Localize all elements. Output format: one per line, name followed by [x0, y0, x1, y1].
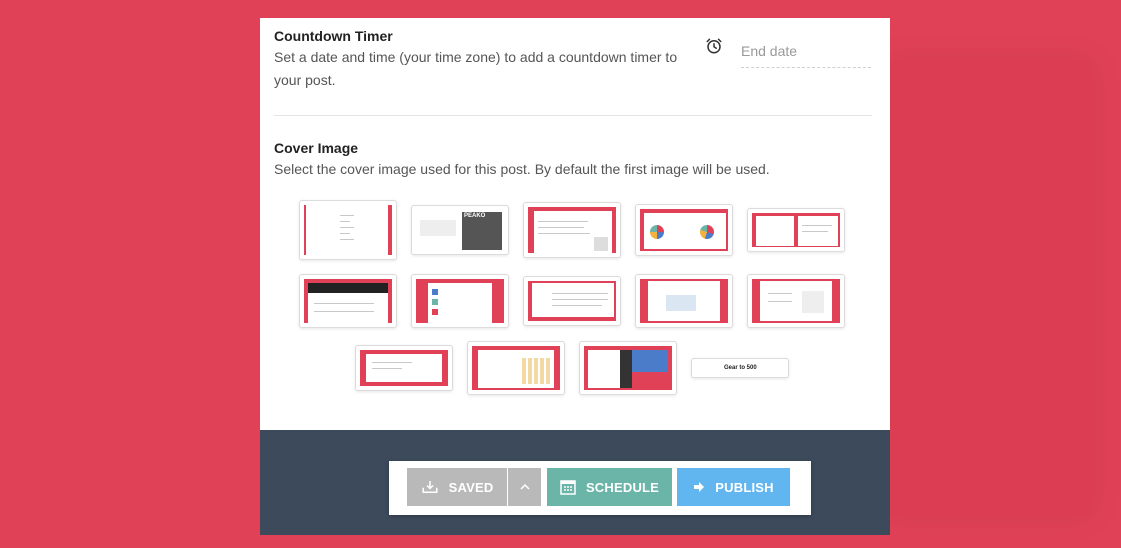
cover-thumbnail[interactable]: PEAKO: [411, 205, 509, 255]
cloud-download-icon: [422, 481, 438, 493]
schedule-button[interactable]: SCHEDULE: [547, 468, 672, 506]
cover-image-description: Select the cover image used for this pos…: [274, 161, 770, 177]
end-date-input[interactable]: [741, 35, 871, 68]
countdown-description: Set a date and time (your time zone) to …: [274, 49, 678, 88]
saved-button[interactable]: SAVED: [407, 468, 507, 506]
schedule-label: SCHEDULE: [585, 479, 660, 495]
alarm-clock-icon: [706, 38, 722, 54]
cover-image-title: Cover Image: [274, 140, 359, 156]
cover-thumbnail[interactable]: [747, 274, 845, 328]
cover-thumbnail[interactable]: [467, 341, 565, 395]
background-card: [885, 60, 1093, 516]
cover-thumbnail[interactable]: [299, 274, 397, 328]
cover-thumbnail[interactable]: [635, 274, 733, 328]
calendar-icon: [560, 480, 576, 495]
cover-thumbnail[interactable]: [747, 208, 845, 252]
saved-label: SAVED: [448, 479, 494, 495]
cover-thumbnail[interactable]: [523, 202, 621, 258]
cover-thumbnail[interactable]: [579, 341, 677, 395]
thumbnail-caption: Gear to 500: [724, 365, 757, 371]
publish-button[interactable]: PUBLISH: [677, 468, 790, 506]
countdown-title: Countdown Timer: [274, 28, 393, 44]
thumbnail-caption: PEAKO: [464, 213, 486, 219]
cover-thumbnail[interactable]: Gear to 500: [691, 358, 789, 378]
arrow-right-icon: [694, 482, 705, 492]
action-footer: SAVED SCHEDULE PUBLISH: [260, 430, 890, 535]
post-settings-panel: Countdown Timer Set a date and time (you…: [260, 18, 890, 430]
cover-thumbnail[interactable]: [523, 276, 621, 326]
cover-thumbnail[interactable]: [299, 200, 397, 260]
cover-thumbnail[interactable]: [411, 274, 509, 328]
save-options-button[interactable]: [508, 468, 541, 506]
action-button-bar: SAVED SCHEDULE PUBLISH: [389, 461, 811, 515]
section-divider: [274, 115, 872, 116]
publish-label: PUBLISH: [715, 479, 774, 495]
cover-thumbnail[interactable]: [355, 345, 453, 391]
chevron-up-icon: [519, 483, 530, 490]
cover-thumbnail[interactable]: [635, 204, 733, 256]
